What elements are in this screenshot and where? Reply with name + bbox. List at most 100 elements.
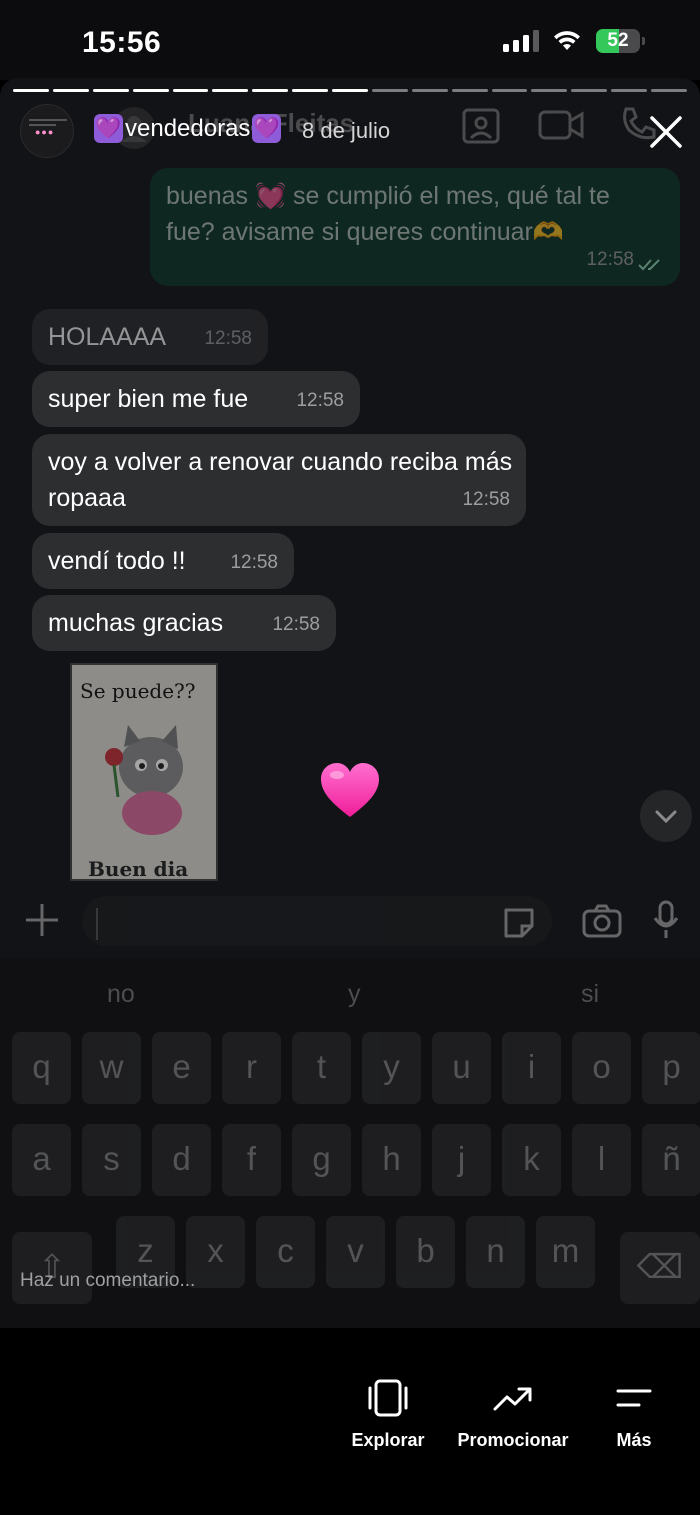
camera-icon [582,904,622,938]
message-text: voy a volver a renovar cuando reciba más… [48,448,513,512]
heart-reaction-icon[interactable] [319,761,381,819]
story-progress-segment [212,89,249,92]
wifi-icon [554,31,580,50]
purple-heart-icon: 💜 [252,114,282,143]
sticker-icon [504,908,534,938]
status-time: 15:56 [82,26,162,59]
text-cursor [96,908,98,940]
story-viewer[interactable]: Luana Fleitas ●●● 💜 vendedoras 💜 8 de ju… [0,78,700,1328]
story-avatar[interactable]: ●●● [20,104,74,158]
keyboard-suggestion: si [581,980,600,1008]
comment-input[interactable]: Haz un comentario... [20,1270,195,1292]
story-progress-segment [411,89,448,92]
keyboard-key: c [256,1216,315,1288]
story-progress-segment [92,89,129,92]
incoming-message: muchas gracias 12:58 [32,595,336,651]
story-progress-segment [611,89,647,92]
explore-button[interactable]: Explorar [340,1378,436,1451]
menu-lines-icon [616,1389,652,1407]
more-button[interactable]: Más [598,1378,670,1451]
cat-illustration-icon [105,725,183,835]
promote-label: Promocionar [457,1430,569,1450]
explore-label: Explorar [351,1430,425,1450]
battery-percent: 52 [607,30,629,51]
scroll-down-button [640,790,692,842]
keyboard-key: t [292,1032,351,1104]
status-bar: 15:56 52 [0,0,700,80]
story-username[interactable]: 💜 vendedoras 💜 [92,114,283,143]
incoming-message: super bien me fue 12:58 [32,371,360,427]
incoming-message: vendí todo !! 12:58 [32,533,294,589]
keyboard-suggestion: no [107,980,135,1008]
keyboard-key: d [152,1124,211,1196]
shift-key: ⇧ [12,1232,92,1304]
cat-sticker: Se puede?? Buen dia [70,663,218,881]
battery-charging-icon: 52 [596,29,646,53]
cellular-signal-icon [503,30,539,52]
story-progress-segment [451,89,488,92]
keyboard-key: w [82,1032,141,1104]
outgoing-message-text: buenas 💓 se cumplió el mes, qué tal te f… [166,182,610,246]
message-time: 12:58 [204,328,252,349]
keyboard-key: b [396,1216,455,1288]
keyboard-key: v [326,1216,385,1288]
keyboard-key: u [432,1032,491,1104]
message-time: 12:58 [586,249,634,270]
keyboard-key: p [642,1032,700,1104]
read-receipt-icon [638,259,660,271]
story-progress-segment [132,89,169,92]
promote-button[interactable]: Promocionar [452,1378,574,1451]
microphone-icon [653,900,679,938]
story-progress-segment [651,89,687,92]
keyboard-key: l [572,1124,631,1196]
keyboard-key: r [222,1032,281,1104]
sticker-top-text: Se puede?? [80,679,196,703]
keyboard-key: ñ [642,1124,700,1196]
incoming-message: voy a volver a renovar cuando reciba más… [32,434,526,526]
story-header: ●●● 💜 vendedoras 💜 8 de julio [20,100,682,160]
chevron-down-icon [655,810,677,824]
close-icon[interactable] [646,112,686,152]
keyboard-key: h [362,1124,421,1196]
background-message-field [82,896,552,946]
incoming-message: HOLAAAA 12:58 [32,309,268,365]
keyboard-key: e [152,1032,211,1104]
message-time: 12:58 [272,614,320,635]
story-progress-segment [252,89,289,92]
more-label: Más [616,1430,652,1450]
keyboard-key: g [292,1124,351,1196]
keyboard-key: o [572,1032,631,1104]
story-progress-segment [172,89,209,92]
story-progress-bar [13,89,687,93]
delete-key: ⌫ [620,1232,700,1304]
story-username-text: vendedoras [125,114,251,142]
plus-icon [26,904,58,936]
bottom-action-bar: Explorar Promocionar Más [0,1328,700,1515]
purple-heart-icon: 💜 [94,114,123,143]
keyboard-key: s [82,1124,141,1196]
message-time: 12:58 [296,390,344,411]
keyboard-key: k [502,1124,561,1196]
story-progress-segment [531,89,568,92]
story-date: 8 de julio [302,118,391,143]
story-progress-segment [571,89,608,92]
explore-icon [368,1379,408,1417]
keyboard-key: q [12,1032,71,1104]
story-progress-segment [371,89,408,92]
keyboard-key: y [362,1032,421,1104]
keyboard-key: a [12,1124,71,1196]
outgoing-message: buenas 💓 se cumplió el mes, qué tal te f… [150,168,680,286]
keyboard-key: j [432,1124,491,1196]
message-time: 12:58 [230,552,278,573]
keyboard-key: n [466,1216,525,1288]
keyboard-key: f [222,1124,281,1196]
background-compose-bar [0,888,700,958]
keyboard-key: m [536,1216,595,1288]
story-progress-segment [491,89,528,92]
story-progress-segment [13,89,49,92]
keyboard-key: i [502,1032,561,1104]
sticker-bottom-text: Buen dia [88,857,189,881]
trending-up-icon [493,1387,532,1411]
keyboard-suggestion: y [348,980,361,1008]
story-progress-segment [52,89,89,92]
